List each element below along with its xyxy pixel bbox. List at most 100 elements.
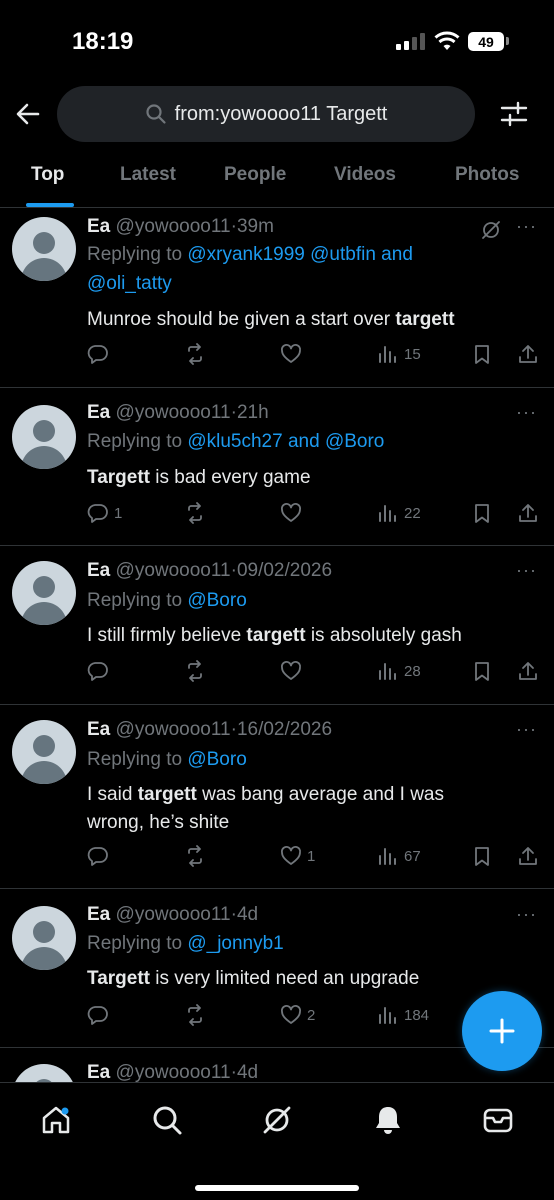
avatar[interactable] — [12, 906, 76, 970]
author-name[interactable]: Ea — [87, 904, 110, 925]
bookmark-icon — [475, 662, 489, 681]
views-count: 22 — [404, 504, 421, 522]
tweet[interactable]: Ea @yowoooo11·39m ··· Replying to @xryan… — [0, 209, 554, 388]
replying-to: Replying to @klu5ch27 and @Boro — [87, 427, 487, 456]
more-options-icon[interactable]: ··· — [516, 719, 537, 740]
views-button[interactable]: 28 — [377, 660, 421, 682]
like-icon — [281, 1005, 301, 1024]
bookmark-icon — [475, 847, 489, 866]
search-nav-icon[interactable] — [150, 1103, 184, 1137]
repost-button[interactable] — [184, 845, 206, 867]
tab-people[interactable]: People — [224, 164, 286, 186]
reply-icon — [87, 1006, 108, 1025]
filter-settings-icon[interactable] — [498, 98, 530, 130]
home-icon[interactable] — [39, 1103, 73, 1137]
more-options-icon[interactable]: ··· — [516, 216, 537, 237]
author-handle: @yowoooo11 — [115, 904, 231, 925]
author-name[interactable]: Ea — [87, 216, 110, 237]
avatar[interactable] — [12, 217, 76, 281]
more-options-icon[interactable]: ··· — [516, 560, 537, 581]
repost-icon — [188, 845, 202, 867]
views-button[interactable]: 184 — [377, 1004, 429, 1026]
mention-link[interactable]: @xryank1999 @utbfin and — [187, 244, 413, 265]
bookmark-button[interactable] — [471, 502, 493, 524]
repost-button[interactable] — [184, 502, 206, 524]
grok-icon[interactable] — [480, 219, 502, 241]
tweet-time: 21h — [236, 402, 269, 423]
like-count: 1 — [307, 847, 316, 865]
share-button[interactable] — [517, 845, 539, 867]
repost-icon — [188, 1004, 202, 1026]
author-name[interactable]: Ea — [87, 719, 110, 740]
repost-button[interactable] — [184, 660, 206, 682]
bookmark-icon — [475, 504, 489, 523]
share-button[interactable] — [517, 502, 539, 524]
notifications-bell-icon[interactable] — [371, 1103, 405, 1137]
tab-photos[interactable]: Photos — [455, 164, 519, 186]
mention-link[interactable]: @Boro — [187, 590, 246, 611]
repost-button[interactable] — [184, 343, 206, 365]
tab-latest[interactable]: Latest — [120, 164, 176, 186]
reply-button[interactable] — [87, 1004, 114, 1026]
replying-to: Replying to @xryank1999 @utbfin and @oli_… — [87, 240, 487, 298]
bookmark-button[interactable] — [471, 845, 493, 867]
tweet[interactable]: Ea @yowoooo11·16/02/2026 ··· Replying to… — [0, 705, 554, 889]
like-count: 2 — [307, 1006, 316, 1024]
views-count: 184 — [404, 1006, 430, 1024]
reply-button[interactable]: 1 — [87, 502, 122, 524]
bookmark-icon — [475, 345, 489, 364]
author-name[interactable]: Ea — [87, 560, 110, 581]
views-button[interactable]: 22 — [377, 502, 421, 524]
like-button[interactable] — [280, 502, 307, 524]
repost-icon — [188, 660, 202, 682]
bookmark-button[interactable] — [471, 660, 493, 682]
avatar[interactable] — [12, 720, 76, 784]
more-options-icon[interactable]: ··· — [516, 904, 537, 925]
author-handle: @yowoooo11 — [115, 1062, 231, 1083]
repost-button[interactable] — [184, 1004, 206, 1026]
battery-icon: 49 — [468, 32, 504, 51]
messages-icon[interactable] — [481, 1103, 515, 1137]
views-button[interactable]: 67 — [377, 845, 421, 867]
author-handle: @yowoooo11 — [115, 719, 231, 740]
tab-videos[interactable]: Videos — [334, 164, 396, 186]
replying-label: Replying to — [87, 244, 188, 265]
tweet-time: 39m — [236, 216, 274, 237]
views-button[interactable]: 15 — [377, 343, 421, 365]
tweet-time: 4d — [236, 1062, 259, 1083]
like-button[interactable] — [280, 660, 307, 682]
reply-button[interactable] — [87, 660, 114, 682]
like-button[interactable]: 2 — [280, 1004, 315, 1026]
views-count: 28 — [404, 662, 421, 680]
avatar[interactable] — [12, 405, 76, 469]
tweet-header: Ea @yowoooo11·39m — [87, 216, 274, 238]
grok-nav-icon[interactable] — [260, 1103, 294, 1137]
compose-button[interactable] — [462, 991, 542, 1071]
avatar[interactable] — [12, 561, 76, 625]
mention-link[interactable]: @oli_tatty — [87, 273, 172, 294]
like-button[interactable] — [280, 343, 307, 365]
share-button[interactable] — [517, 343, 539, 365]
share-button[interactable] — [517, 660, 539, 682]
author-name[interactable]: Ea — [87, 1062, 110, 1083]
search-input[interactable]: from:yowoooo11 Targett — [57, 86, 475, 142]
more-options-icon[interactable]: ··· — [516, 402, 537, 423]
reply-button[interactable] — [87, 343, 114, 365]
tweet[interactable]: Ea @yowoooo11·09/02/2026 ··· Replying to… — [0, 546, 554, 705]
author-name[interactable]: Ea — [87, 402, 110, 423]
replying-to: Replying to @_jonnyb1 — [87, 929, 487, 958]
mention-link[interactable]: @Boro — [187, 749, 246, 770]
mention-link[interactable]: @_jonnyb1 — [187, 933, 283, 954]
tweet-header: Ea @yowoooo11·16/02/2026 — [87, 719, 332, 741]
text-highlight: Targett — [87, 467, 150, 488]
back-arrow-icon[interactable] — [12, 98, 44, 130]
tweet[interactable]: Ea @yowoooo11·21h ··· Replying to @klu5c… — [0, 388, 554, 546]
reply-button[interactable] — [87, 845, 114, 867]
author-handle: @yowoooo11 — [115, 402, 231, 423]
like-button[interactable]: 1 — [280, 845, 315, 867]
bookmark-button[interactable] — [471, 343, 493, 365]
reply-count: 1 — [114, 504, 123, 522]
mention-link[interactable]: @klu5ch27 and @Boro — [187, 431, 384, 452]
tweet-text: Targett is very limited need an upgrade — [87, 965, 507, 993]
tab-top[interactable]: Top — [31, 164, 64, 186]
